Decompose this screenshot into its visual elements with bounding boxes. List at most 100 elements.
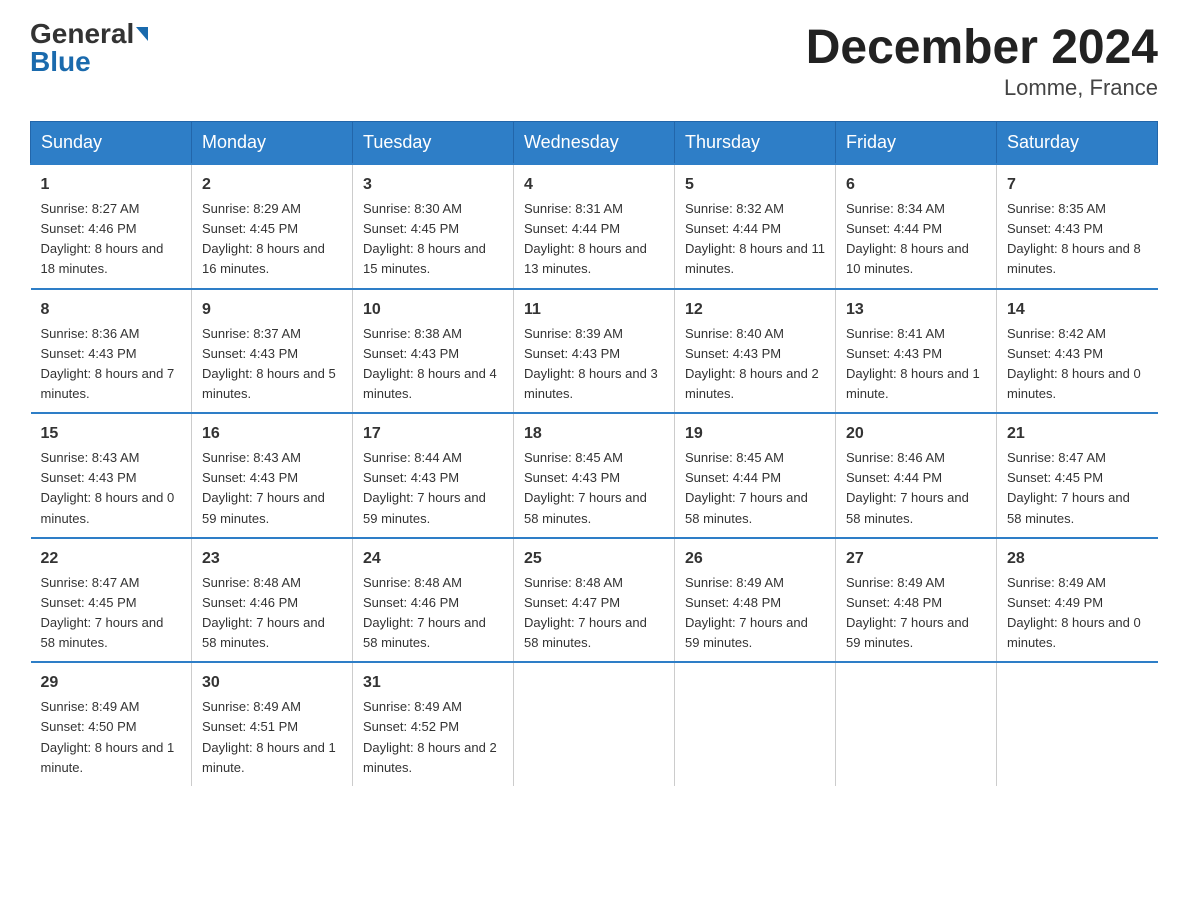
calendar-cell: 2 Sunrise: 8:29 AMSunset: 4:45 PMDaylight… xyxy=(192,164,353,289)
day-number: 14 xyxy=(1007,298,1148,322)
day-number: 28 xyxy=(1007,547,1148,571)
calendar-cell: 26 Sunrise: 8:49 AMSunset: 4:48 PMDayligh… xyxy=(675,538,836,663)
day-info: Sunrise: 8:49 AMSunset: 4:48 PMDaylight:… xyxy=(846,575,969,650)
day-info: Sunrise: 8:49 AMSunset: 4:50 PMDaylight:… xyxy=(41,699,175,774)
calendar-cell: 17 Sunrise: 8:44 AMSunset: 4:43 PMDayligh… xyxy=(353,413,514,538)
day-number: 31 xyxy=(363,671,503,695)
header-friday: Friday xyxy=(836,122,997,165)
header-wednesday: Wednesday xyxy=(514,122,675,165)
day-info: Sunrise: 8:40 AMSunset: 4:43 PMDaylight:… xyxy=(685,326,819,401)
logo-general-text: General xyxy=(30,20,134,48)
calendar-cell: 25 Sunrise: 8:48 AMSunset: 4:47 PMDayligh… xyxy=(514,538,675,663)
calendar-subtitle: Lomme, France xyxy=(806,75,1158,101)
calendar-cell: 31 Sunrise: 8:49 AMSunset: 4:52 PMDayligh… xyxy=(353,662,514,786)
calendar-cell xyxy=(675,662,836,786)
calendar-cell: 6Sunrise: 8:34 AMSunset: 4:44 PMDaylight… xyxy=(836,164,997,289)
calendar-cell: 5 Sunrise: 8:32 AMSunset: 4:44 PMDaylight… xyxy=(675,164,836,289)
day-number: 2 xyxy=(202,173,342,197)
day-number: 25 xyxy=(524,547,664,571)
header-sunday: Sunday xyxy=(31,122,192,165)
day-number: 22 xyxy=(41,547,182,571)
day-info: Sunrise: 8:43 AMSunset: 4:43 PMDaylight:… xyxy=(202,450,325,525)
day-number: 29 xyxy=(41,671,182,695)
calendar-cell: 19 Sunrise: 8:45 AMSunset: 4:44 PMDayligh… xyxy=(675,413,836,538)
calendar-cell: 14Sunrise: 8:42 AMSunset: 4:43 PMDayligh… xyxy=(997,289,1158,414)
day-number: 15 xyxy=(41,422,182,446)
day-info: Sunrise: 8:36 AMSunset: 4:43 PMDaylight:… xyxy=(41,326,175,401)
day-number: 17 xyxy=(363,422,503,446)
calendar-cell: 8 Sunrise: 8:36 AMSunset: 4:43 PMDaylight… xyxy=(31,289,192,414)
calendar-title: December 2024 xyxy=(806,20,1158,75)
calendar-week-row: 15 Sunrise: 8:43 AMSunset: 4:43 PMDayligh… xyxy=(31,413,1158,538)
day-number: 5 xyxy=(685,173,825,197)
day-info: Sunrise: 8:45 AMSunset: 4:44 PMDaylight:… xyxy=(685,450,808,525)
day-number: 4 xyxy=(524,173,664,197)
calendar-cell: 18Sunrise: 8:45 AMSunset: 4:43 PMDayligh… xyxy=(514,413,675,538)
day-number: 26 xyxy=(685,547,825,571)
day-info: Sunrise: 8:39 AMSunset: 4:43 PMDaylight:… xyxy=(524,326,658,401)
header-monday: Monday xyxy=(192,122,353,165)
day-number: 18 xyxy=(524,422,664,446)
calendar-cell: 20Sunrise: 8:46 AMSunset: 4:44 PMDayligh… xyxy=(836,413,997,538)
day-number: 24 xyxy=(363,547,503,571)
day-info: Sunrise: 8:27 AMSunset: 4:46 PMDaylight:… xyxy=(41,201,164,276)
day-number: 13 xyxy=(846,298,986,322)
day-number: 3 xyxy=(363,173,503,197)
day-info: Sunrise: 8:49 AMSunset: 4:48 PMDaylight:… xyxy=(685,575,808,650)
calendar-cell: 21Sunrise: 8:47 AMSunset: 4:45 PMDayligh… xyxy=(997,413,1158,538)
day-info: Sunrise: 8:35 AMSunset: 4:43 PMDaylight:… xyxy=(1007,201,1141,276)
day-info: Sunrise: 8:34 AMSunset: 4:44 PMDaylight:… xyxy=(846,201,969,276)
calendar-cell xyxy=(836,662,997,786)
day-info: Sunrise: 8:49 AMSunset: 4:49 PMDaylight:… xyxy=(1007,575,1141,650)
day-number: 1 xyxy=(41,173,182,197)
calendar-cell xyxy=(997,662,1158,786)
calendar-table: SundayMondayTuesdayWednesdayThursdayFrid… xyxy=(30,121,1158,786)
day-info: Sunrise: 8:37 AMSunset: 4:43 PMDaylight:… xyxy=(202,326,336,401)
calendar-week-row: 1 Sunrise: 8:27 AMSunset: 4:46 PMDaylight… xyxy=(31,164,1158,289)
calendar-cell: 10Sunrise: 8:38 AMSunset: 4:43 PMDayligh… xyxy=(353,289,514,414)
day-number: 9 xyxy=(202,298,342,322)
calendar-cell: 29 Sunrise: 8:49 AMSunset: 4:50 PMDayligh… xyxy=(31,662,192,786)
calendar-cell: 1 Sunrise: 8:27 AMSunset: 4:46 PMDaylight… xyxy=(31,164,192,289)
day-number: 8 xyxy=(41,298,182,322)
calendar-cell: 11 Sunrise: 8:39 AMSunset: 4:43 PMDayligh… xyxy=(514,289,675,414)
day-number: 27 xyxy=(846,547,986,571)
day-number: 10 xyxy=(363,298,503,322)
calendar-cell: 16 Sunrise: 8:43 AMSunset: 4:43 PMDayligh… xyxy=(192,413,353,538)
logo-arrow-icon xyxy=(136,27,148,41)
calendar-cell: 4 Sunrise: 8:31 AMSunset: 4:44 PMDaylight… xyxy=(514,164,675,289)
day-info: Sunrise: 8:44 AMSunset: 4:43 PMDaylight:… xyxy=(363,450,486,525)
day-info: Sunrise: 8:29 AMSunset: 4:45 PMDaylight:… xyxy=(202,201,325,276)
day-info: Sunrise: 8:49 AMSunset: 4:52 PMDaylight:… xyxy=(363,699,497,774)
calendar-cell: 9 Sunrise: 8:37 AMSunset: 4:43 PMDaylight… xyxy=(192,289,353,414)
calendar-week-row: 22 Sunrise: 8:47 AMSunset: 4:45 PMDayligh… xyxy=(31,538,1158,663)
calendar-week-row: 29 Sunrise: 8:49 AMSunset: 4:50 PMDayligh… xyxy=(31,662,1158,786)
calendar-cell: 7Sunrise: 8:35 AMSunset: 4:43 PMDaylight… xyxy=(997,164,1158,289)
day-number: 11 xyxy=(524,298,664,322)
day-info: Sunrise: 8:41 AMSunset: 4:43 PMDaylight:… xyxy=(846,326,980,401)
day-info: Sunrise: 8:47 AMSunset: 4:45 PMDaylight:… xyxy=(41,575,164,650)
day-info: Sunrise: 8:30 AMSunset: 4:45 PMDaylight:… xyxy=(363,201,486,276)
day-info: Sunrise: 8:48 AMSunset: 4:46 PMDaylight:… xyxy=(202,575,325,650)
calendar-header-row: SundayMondayTuesdayWednesdayThursdayFrid… xyxy=(31,122,1158,165)
day-number: 20 xyxy=(846,422,986,446)
day-number: 23 xyxy=(202,547,342,571)
day-number: 30 xyxy=(202,671,342,695)
day-info: Sunrise: 8:32 AMSunset: 4:44 PMDaylight:… xyxy=(685,201,825,276)
day-info: Sunrise: 8:31 AMSunset: 4:44 PMDaylight:… xyxy=(524,201,647,276)
calendar-cell xyxy=(514,662,675,786)
calendar-cell: 13 Sunrise: 8:41 AMSunset: 4:43 PMDayligh… xyxy=(836,289,997,414)
logo: General Blue xyxy=(30,20,148,76)
calendar-cell: 24Sunrise: 8:48 AMSunset: 4:46 PMDayligh… xyxy=(353,538,514,663)
calendar-cell: 12Sunrise: 8:40 AMSunset: 4:43 PMDayligh… xyxy=(675,289,836,414)
header-tuesday: Tuesday xyxy=(353,122,514,165)
day-number: 21 xyxy=(1007,422,1148,446)
day-number: 19 xyxy=(685,422,825,446)
calendar-cell: 30Sunrise: 8:49 AMSunset: 4:51 PMDayligh… xyxy=(192,662,353,786)
calendar-cell: 28 Sunrise: 8:49 AMSunset: 4:49 PMDayligh… xyxy=(997,538,1158,663)
calendar-cell: 23 Sunrise: 8:48 AMSunset: 4:46 PMDayligh… xyxy=(192,538,353,663)
header-thursday: Thursday xyxy=(675,122,836,165)
day-info: Sunrise: 8:48 AMSunset: 4:47 PMDaylight:… xyxy=(524,575,647,650)
day-number: 16 xyxy=(202,422,342,446)
day-info: Sunrise: 8:43 AMSunset: 4:43 PMDaylight:… xyxy=(41,450,175,525)
